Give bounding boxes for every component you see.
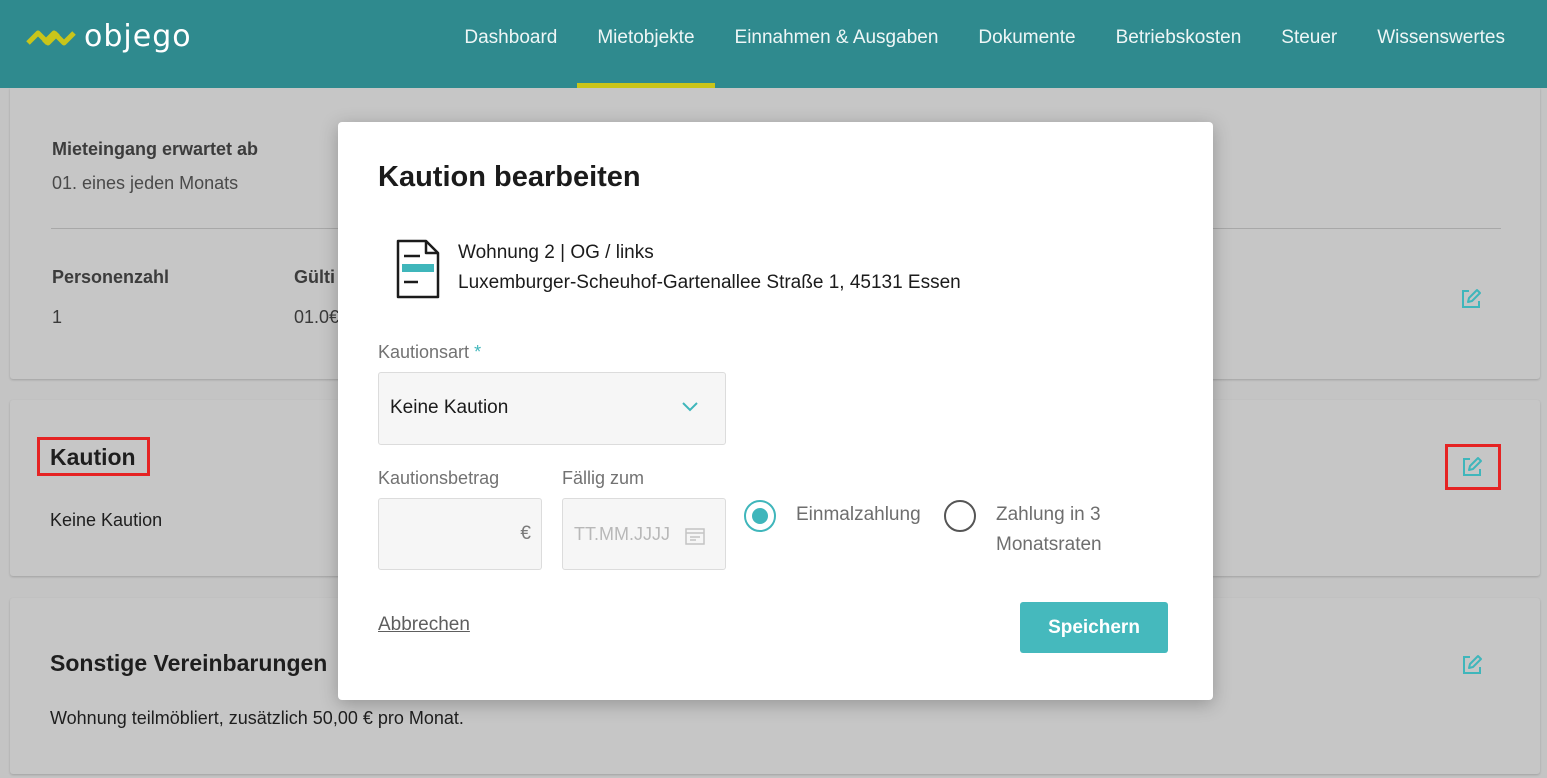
nav-item-betriebskosten[interactable]: Betriebskosten xyxy=(1096,0,1262,88)
edit-rent-button[interactable] xyxy=(1457,285,1485,313)
deposit-type-value: Keine Kaution xyxy=(390,397,509,418)
edit-icon xyxy=(1462,289,1481,308)
top-navigation-bar: objego Dashboard Mietobjekte Einnahmen &… xyxy=(0,0,1547,88)
due-date-input[interactable]: TT.MM.JJJJ xyxy=(562,498,726,570)
other-agreements-title: Sonstige Vereinbarungen xyxy=(50,650,328,676)
nav-item-dashboard[interactable]: Dashboard xyxy=(444,0,577,88)
nav-item-wissenswertes[interactable]: Wissenswertes xyxy=(1357,0,1525,88)
objego-logo-icon xyxy=(26,30,76,46)
nav-item-mietobjekte[interactable]: Mietobjekte xyxy=(577,0,715,88)
edit-deposit-dialog: Kaution bearbeiten Wohnung 2 | OG / link… xyxy=(338,122,1213,700)
other-agreements-value: Wohnung teilmöbliert, zusätzlich 50,00 €… xyxy=(50,708,464,728)
dialog-title: Kaution bearbeiten xyxy=(378,161,641,193)
deposit-amount-input[interactable]: € xyxy=(378,498,542,570)
radio-label-installments-line1: Zahlung in 3 xyxy=(996,504,1101,525)
cancel-link[interactable]: Abbrechen xyxy=(378,614,470,636)
main-nav: Dashboard Mietobjekte Einnahmen & Ausgab… xyxy=(444,0,1525,88)
deposit-type-select[interactable]: Keine Kaution xyxy=(378,372,726,445)
chevron-down-icon xyxy=(682,402,698,412)
due-date-placeholder: TT.MM.JJJJ xyxy=(574,524,670,544)
calendar-icon xyxy=(685,528,705,545)
persons-label: Personenzahl xyxy=(52,267,170,287)
deposit-type-label-text: Kautionsart xyxy=(378,342,470,362)
radio-circle-unchecked xyxy=(944,500,976,532)
property-name: Wohnung 2 | OG / links xyxy=(458,242,654,263)
valid-from-value: 01.0€ xyxy=(294,307,340,327)
radio-label-installments-line2: Monatsraten xyxy=(996,534,1102,555)
nav-item-einnahmen-ausgaben[interactable]: Einnahmen & Ausgaben xyxy=(715,0,959,88)
property-address: Luxemburger-Scheuhof-Gartenallee Straße … xyxy=(458,272,961,293)
rent-due-value: 01. eines jeden Monats xyxy=(52,173,239,193)
radio-three-installments[interactable]: Zahlung in 3 Monatsraten xyxy=(944,500,1124,566)
edit-other-agreements-button[interactable] xyxy=(1458,651,1486,679)
save-button[interactable]: Speichern xyxy=(1020,602,1168,653)
deposit-amount-label: Kautionsbetrag xyxy=(378,468,500,488)
due-date-label: Fällig zum xyxy=(562,468,645,488)
document-icon xyxy=(396,239,440,299)
edit-icon xyxy=(1463,655,1482,674)
rent-due-label: Mieteingang erwartet ab xyxy=(52,139,259,159)
required-marker: * xyxy=(474,342,482,362)
nav-item-dokumente[interactable]: Dokumente xyxy=(958,0,1095,88)
deposit-title: Kaution xyxy=(50,444,136,470)
nav-item-steuer[interactable]: Steuer xyxy=(1261,0,1357,88)
brand-name: objego xyxy=(84,18,192,54)
edit-deposit-button[interactable] xyxy=(1458,453,1486,481)
deposit-type-label: Kautionsart * xyxy=(378,342,481,363)
persons-value: 1 xyxy=(52,307,63,327)
radio-one-time-payment[interactable]: Einmalzahlung xyxy=(744,500,924,536)
brand-logo[interactable]: objego xyxy=(26,16,192,56)
radio-label-one-time: Einmalzahlung xyxy=(796,504,921,525)
deposit-value: Keine Kaution xyxy=(50,510,163,530)
radio-circle-checked xyxy=(744,500,776,532)
valid-from-label: Gülti xyxy=(294,267,335,287)
currency-sign: € xyxy=(520,523,531,544)
edit-icon xyxy=(1463,457,1482,476)
